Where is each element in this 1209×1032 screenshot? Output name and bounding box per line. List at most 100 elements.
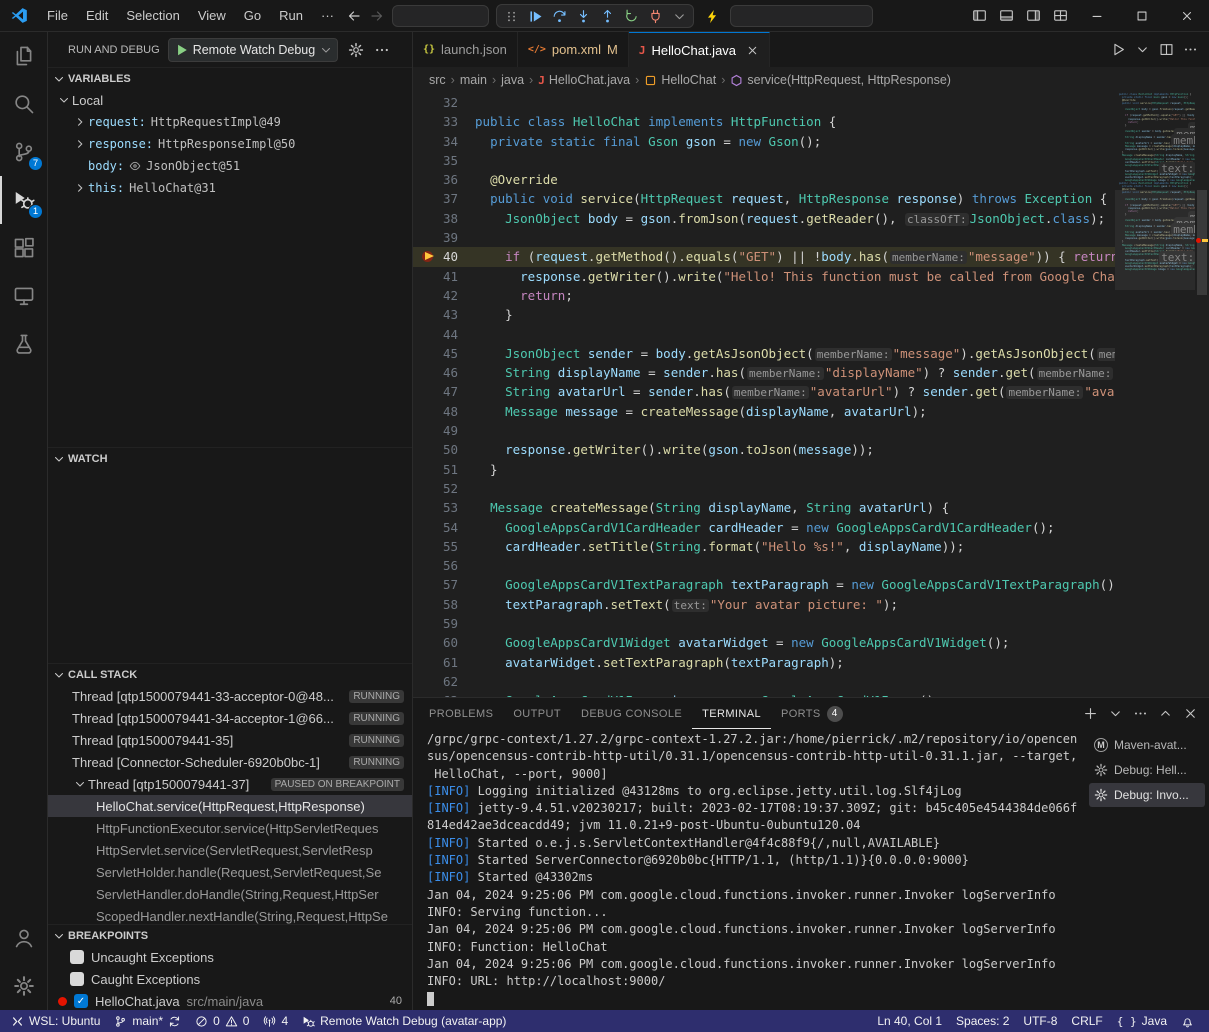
line-number[interactable]: 55 (413, 537, 475, 556)
breakpoint-item[interactable]: Uncaught Exceptions (48, 946, 412, 968)
activity-remote-explorer[interactable] (0, 272, 48, 320)
debug-step-into-icon[interactable] (572, 6, 594, 26)
code-line-60[interactable]: 60 GoogleAppsCardV1Widget avatarWidget =… (413, 633, 1115, 652)
breakpoint-item[interactable]: ✓HelloChat.javasrc/main/java40 (48, 990, 412, 1010)
line-number[interactable]: 38 (413, 209, 475, 228)
terminal-instance[interactable]: Debug: Hell... (1089, 758, 1205, 782)
code-line-37[interactable]: 37 public void service(HttpRequest reque… (413, 189, 1115, 208)
code-line-47[interactable]: 47 String avatarUrl = sender.has(memberN… (413, 382, 1115, 401)
plus-icon[interactable] (1079, 703, 1101, 725)
breakpoint-checkbox[interactable] (70, 972, 84, 986)
line-number[interactable]: 62 (413, 672, 475, 691)
line-number[interactable]: 56 (413, 556, 475, 575)
line-number[interactable]: 48 (413, 402, 475, 421)
line-number[interactable]: 60 (413, 633, 475, 652)
menu-more[interactable]: ··· (312, 5, 343, 27)
code-line-40[interactable]: 40 if (request.getMethod().equals("GET")… (413, 247, 1115, 266)
start-debug-icon[interactable] (175, 43, 189, 57)
breakpoint-checkbox[interactable]: ✓ (74, 994, 88, 1008)
code-line-56[interactable]: 56 (413, 556, 1115, 575)
minimize-button[interactable] (1074, 0, 1119, 32)
indentation[interactable]: Spaces: 2 (949, 1010, 1016, 1032)
panel-tab-problems[interactable]: PROBLEMS (419, 698, 503, 729)
activity-search[interactable] (0, 80, 48, 128)
branch-status[interactable]: main* (107, 1010, 188, 1032)
terminal-output[interactable]: /grpc/grpc-context/1.27.2/grpc-context-1… (413, 729, 1087, 1010)
eol[interactable]: CRLF (1064, 1010, 1109, 1032)
code-line-41[interactable]: 41 response.getWriter().write("Hello! Th… (413, 267, 1115, 286)
debug-config-dropdown[interactable]: Remote Watch Debug (168, 38, 339, 62)
activity-accounts[interactable] (0, 914, 48, 962)
panel-tab-output[interactable]: OUTPUT (503, 698, 571, 729)
code-line-54[interactable]: 54 GoogleAppsCardV1CardHeader cardHeader… (413, 518, 1115, 537)
tab-pom.xml[interactable]: </>pom.xmlM (518, 32, 629, 67)
line-number[interactable]: 57 (413, 575, 475, 594)
line-number[interactable]: 61 (413, 653, 475, 672)
arrow-right-icon[interactable] (369, 8, 385, 24)
breadcrumb-item[interactable]: HelloChat (644, 73, 716, 87)
editor-scrollbar[interactable] (1195, 93, 1209, 697)
remote-indicator[interactable]: WSL: Ubuntu (4, 1010, 107, 1032)
menu-go[interactable]: Go (235, 5, 270, 27)
activity-manage[interactable] (0, 962, 48, 1010)
line-number[interactable]: 58 (413, 595, 475, 614)
debug-continue-icon[interactable] (524, 6, 546, 26)
thread-item[interactable]: Thread [qtp1500079441-34-acceptor-1@66..… (48, 707, 412, 729)
code-line-50[interactable]: 50 response.getWriter().write(gson.toJso… (413, 440, 1115, 459)
encoding[interactable]: UTF-8 (1016, 1010, 1064, 1032)
menu-file[interactable]: File (38, 5, 77, 27)
ports-forwarded[interactable]: 4 (256, 1010, 295, 1032)
line-number[interactable]: 34 (413, 132, 475, 151)
variable-request[interactable]: request:HttpRequestImpl@49 (48, 111, 412, 133)
line-number[interactable]: 54 (413, 518, 475, 537)
activity-testing[interactable] (0, 320, 48, 368)
code-line-62[interactable]: 62 (413, 672, 1115, 691)
section-variables[interactable]: VARIABLES (48, 67, 412, 89)
line-number[interactable]: 37 (413, 189, 475, 208)
stack-frame[interactable]: HttpServlet.service(ServletRequest,Servl… (48, 839, 412, 861)
thread-item[interactable]: Thread [qtp1500079441-33-acceptor-0@48..… (48, 685, 412, 707)
code-line-44[interactable]: 44 (413, 325, 1115, 344)
variable-response[interactable]: response:HttpResponseImpl@50 (48, 133, 412, 155)
breakpoint-item[interactable]: Caught Exceptions (48, 968, 412, 990)
layout-grid-icon[interactable] (1047, 8, 1074, 23)
code-line-34[interactable]: 34 private static final Gson gson = new … (413, 132, 1115, 151)
line-number[interactable]: 41 (413, 267, 475, 286)
variable-body[interactable]: body:JsonObject@51 (48, 155, 412, 177)
menu-run[interactable]: Run (270, 5, 312, 27)
layout-sidebar-right-icon[interactable] (1020, 8, 1047, 23)
debug-step-over-icon[interactable] (548, 6, 570, 26)
line-number[interactable]: 45 (413, 344, 475, 363)
line-number[interactable]: 42 (413, 286, 475, 305)
debug-restart-icon[interactable] (620, 6, 642, 26)
terminal-instance[interactable]: MMaven-avat... (1089, 733, 1205, 757)
code-line-55[interactable]: 55 cardHeader.setTitle(String.format("He… (413, 537, 1115, 556)
code-line-36[interactable]: 36 @Override (413, 170, 1115, 189)
activity-source-control[interactable]: 7 (0, 128, 48, 176)
stack-frame[interactable]: ServletHolder.handle(Request,ServletRequ… (48, 861, 412, 883)
chevron-up-icon[interactable] (1154, 703, 1176, 725)
line-number[interactable]: 44 (413, 325, 475, 344)
variable-this[interactable]: this:HelloChat@31 (48, 177, 412, 199)
lazy-eval-icon[interactable] (129, 160, 141, 172)
menu-selection[interactable]: Selection (117, 5, 188, 27)
breadcrumb-item[interactable]: service(HttpRequest, HttpResponse) (730, 73, 951, 87)
code-line-45[interactable]: 45 JsonObject sender = body.getAsJsonObj… (413, 344, 1115, 363)
problems[interactable]: 00 (188, 1010, 256, 1032)
line-number[interactable]: 50 (413, 440, 475, 459)
line-number[interactable]: 43 (413, 305, 475, 324)
breakpoint-checkbox[interactable] (70, 950, 84, 964)
activity-explorer[interactable] (0, 32, 48, 80)
code-line-49[interactable]: 49 (413, 421, 1115, 440)
thread-item[interactable]: Thread [qtp1500079441-35]RUNNING (48, 729, 412, 751)
code-line-58[interactable]: 58 textParagraph.setText(text:"Your avat… (413, 595, 1115, 614)
debug-disconnect-icon[interactable] (644, 6, 666, 26)
gripper-icon[interactable] (500, 6, 522, 26)
line-number[interactable]: 51 (413, 460, 475, 479)
thread-item[interactable]: Thread [Connector-Scheduler-6920b0bc-1]R… (48, 751, 412, 773)
line-number[interactable]: 35 (413, 151, 475, 170)
panel-tab-ports[interactable]: PORTS4 (771, 698, 853, 729)
layout-panel-icon[interactable] (993, 8, 1020, 23)
run-icon[interactable] (1107, 42, 1129, 57)
code-line-38[interactable]: 38 JsonObject body = gson.fromJson(reque… (413, 209, 1115, 228)
